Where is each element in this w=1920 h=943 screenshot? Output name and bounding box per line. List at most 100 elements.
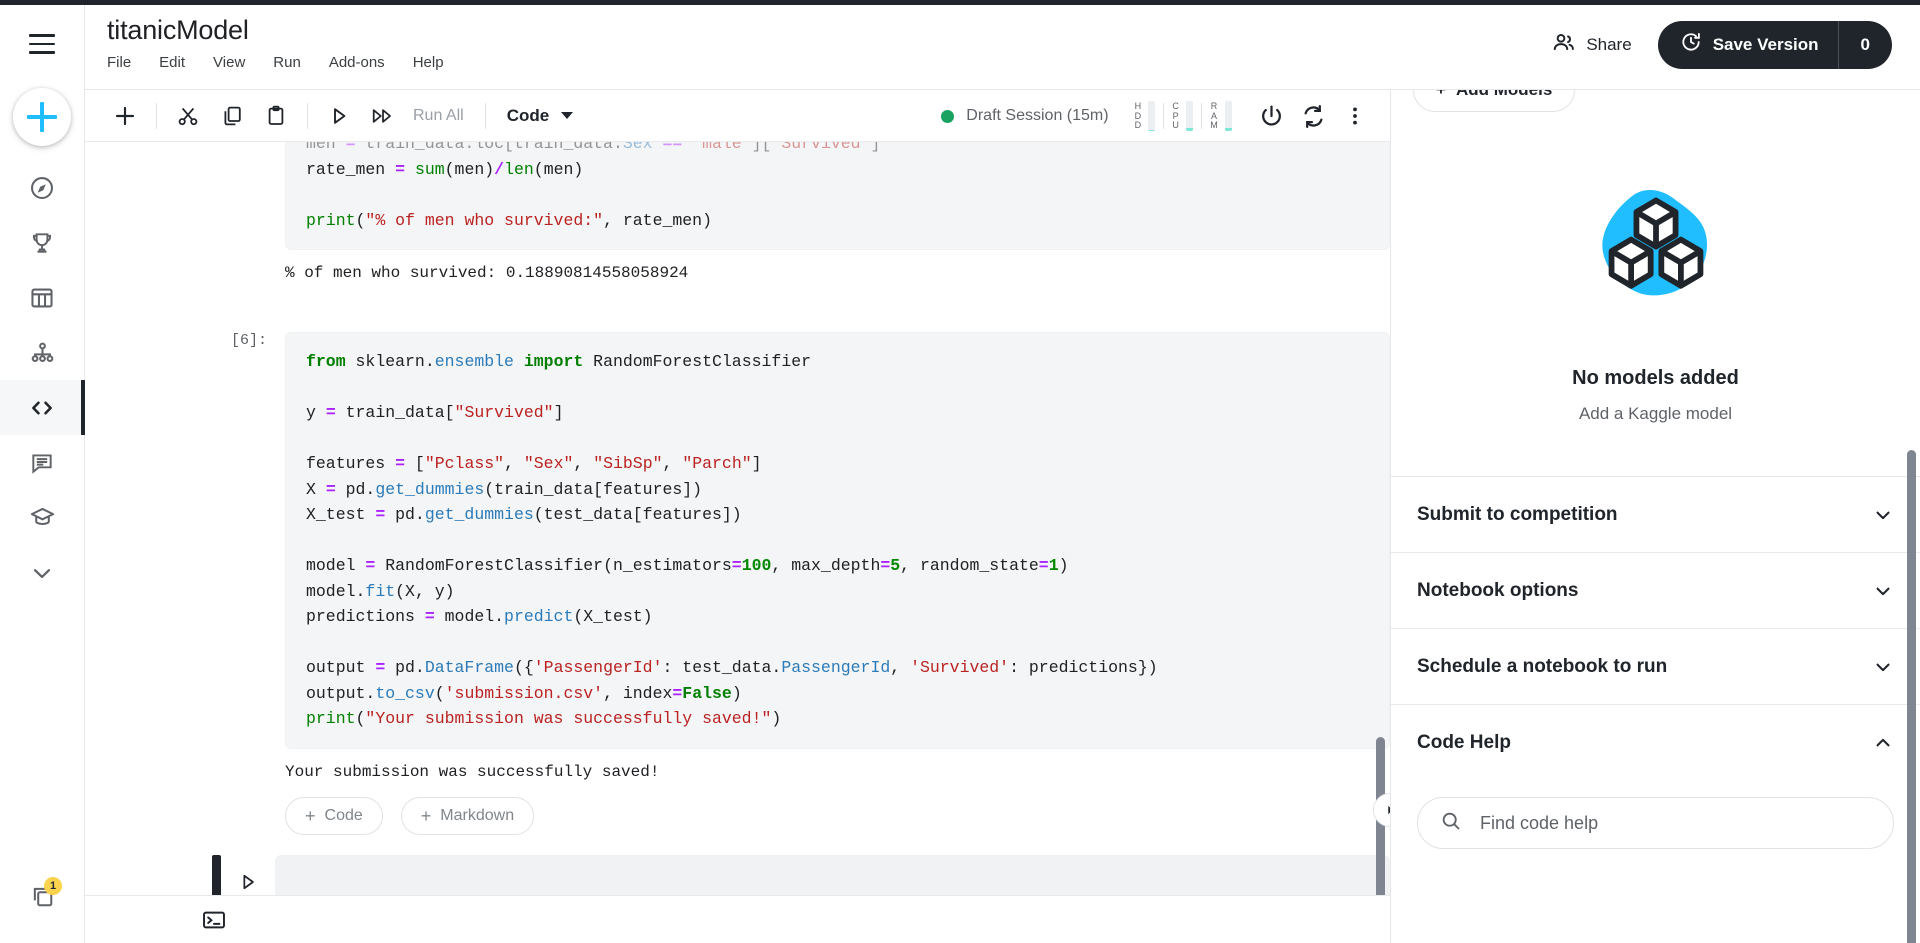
people-icon [1551, 30, 1576, 60]
chevron-down-icon [29, 560, 55, 586]
create-button[interactable] [13, 88, 71, 146]
empty-code-editor[interactable] [275, 854, 1390, 895]
hamburger-menu-icon[interactable] [20, 22, 64, 66]
cell-type-label: Code [506, 105, 550, 125]
notebook-cell[interactable]: men = train_data.loc[train_data.Sex == '… [85, 142, 1390, 251]
sidebar-item-home[interactable] [0, 160, 85, 215]
cell-output: % of men who survived: 0.188908145580589… [285, 264, 689, 283]
rail-bottom: 1 [0, 877, 84, 921]
sidebar-item-code[interactable] [0, 380, 85, 435]
run-all-button[interactable]: Run All [405, 107, 476, 125]
table-icon [29, 285, 55, 311]
power-icon [1261, 105, 1281, 126]
run-cell-button[interactable] [221, 855, 275, 895]
copy-icon [224, 106, 241, 126]
cell-output-row: Your submission was successfully saved! [85, 749, 1390, 783]
share-button[interactable]: Share [1551, 30, 1632, 60]
run-all-icon-button[interactable] [361, 96, 405, 136]
cpu-meter: CPU [1172, 101, 1194, 132]
chevron-down-icon [561, 112, 574, 120]
restart-button[interactable] [1292, 95, 1334, 137]
add-cell-button[interactable] [103, 96, 147, 136]
save-version-label: Save Version [1712, 34, 1819, 54]
sidebar-item-more[interactable] [0, 545, 85, 600]
section-code-help[interactable]: Code Help [1391, 705, 1920, 781]
code-help-search-box[interactable] [1417, 797, 1894, 850]
add-cell-buttons: + Code + Markdown [85, 783, 1390, 835]
notebook-titlebar: titanicModel File Edit View Run Add-ons … [85, 0, 1920, 91]
copy-button[interactable] [210, 96, 254, 136]
right-panel-scrollbar[interactable] [1907, 450, 1916, 943]
session-status[interactable]: Draft Session (15m) [941, 107, 1109, 125]
console-bar [85, 895, 1390, 943]
more-vertical-icon [1353, 107, 1357, 125]
terminal-icon [203, 911, 225, 928]
models-empty-subtitle[interactable]: Add a Kaggle model [1579, 404, 1732, 424]
paste-button[interactable] [254, 96, 298, 136]
section-submit-to-competition[interactable]: Submit to competition [1391, 477, 1920, 554]
active-events-button[interactable]: 1 [20, 877, 64, 921]
left-nav-rail: 1 [0, 0, 85, 943]
panel-sections: Submit to competition Notebook options S… [1391, 476, 1920, 781]
code-help-body [1391, 781, 1920, 850]
discussion-icon [29, 450, 55, 476]
models-empty-title: No models added [1572, 367, 1739, 390]
restart-icon [1304, 104, 1322, 128]
toolbar-right-group: Draft Session (15m) HDD CPU R A M [941, 90, 1376, 142]
add-models-button[interactable]: + Add Models [1413, 90, 1576, 113]
notebook-scroll-area[interactable]: men = train_data.loc[train_data.Sex == '… [85, 142, 1390, 895]
toolbar-divider-1 [156, 102, 157, 129]
sidebar-item-datasets[interactable] [0, 270, 85, 325]
more-options-button[interactable] [1334, 95, 1376, 137]
play-icon [243, 875, 254, 890]
hdd-meter-bar [1148, 101, 1156, 132]
titlebar-actions: Share Save Version 0 [1551, 20, 1892, 69]
power-button[interactable] [1250, 95, 1292, 137]
menu-file[interactable]: File [107, 52, 131, 73]
cut-button[interactable] [166, 96, 210, 136]
cell-type-select[interactable]: Code [495, 106, 574, 126]
models-icon [29, 339, 56, 366]
play-icon [334, 108, 346, 124]
sidebar-item-learn[interactable] [0, 490, 85, 545]
menu-add-ons[interactable]: Add-ons [329, 52, 385, 73]
toolbar-divider-2 [307, 102, 308, 129]
menu-run[interactable]: Run [273, 52, 301, 73]
terminal-button[interactable] [197, 903, 231, 937]
sidebar-item-discussions[interactable] [0, 435, 85, 490]
history-clock-icon [1680, 31, 1702, 58]
menu-view[interactable]: View [213, 52, 245, 73]
meter-divider-1 [1163, 103, 1165, 130]
notebook-cells: men = train_data.loc[train_data.Sex == '… [85, 142, 1390, 895]
menu-help[interactable]: Help [413, 52, 444, 73]
notebook-toolbar: Run All Code Draft Session (15m) HDD C P… [85, 90, 1390, 143]
notebook-cell[interactable]: [6]: from sklearn.ensemble import Random… [85, 332, 1390, 749]
section-title: Code Help [1417, 732, 1511, 754]
menu-edit[interactable]: Edit [159, 52, 185, 73]
sidebar-item-competitions[interactable] [0, 215, 85, 270]
graduation-cap-icon [29, 504, 56, 531]
run-cell-button[interactable] [317, 96, 361, 136]
code-help-search-input[interactable] [1478, 811, 1871, 835]
cpu-meter-label: CPU [1172, 101, 1180, 131]
cell-output: Your submission was successfully saved! [285, 762, 660, 781]
new-empty-cell[interactable] [85, 854, 1390, 895]
save-version-button[interactable]: Save Version 0 [1657, 20, 1892, 69]
section-notebook-options[interactable]: Notebook options [1391, 553, 1920, 630]
code-editor[interactable]: men = train_data.loc[train_data.Sex == '… [285, 142, 1390, 251]
plus-icon: + [305, 805, 316, 826]
toolbar-divider-3 [484, 102, 486, 129]
cell-output-row: % of men who survived: 0.188908145580589… [85, 250, 1390, 284]
models-empty-state: No models added Add a Kaggle model [1391, 126, 1920, 476]
code-editor[interactable]: from sklearn.ensemble import RandomFores… [285, 332, 1390, 749]
kaggle-notebook-app: 1 titanicModel File Edit View Run Add-on… [0, 0, 1920, 943]
chevron-up-icon [1872, 732, 1894, 754]
ram-meter-bar [1225, 101, 1232, 132]
section-schedule-notebook[interactable]: Schedule a notebook to run [1391, 629, 1920, 706]
add-code-cell-button[interactable]: + Code [285, 796, 383, 835]
section-title: Submit to competition [1417, 503, 1618, 525]
sidebar-item-models[interactable] [0, 325, 85, 380]
section-title: Schedule a notebook to run [1417, 655, 1668, 677]
add-markdown-cell-button[interactable]: + Markdown [400, 796, 535, 835]
cpu-meter-bar [1186, 101, 1194, 132]
